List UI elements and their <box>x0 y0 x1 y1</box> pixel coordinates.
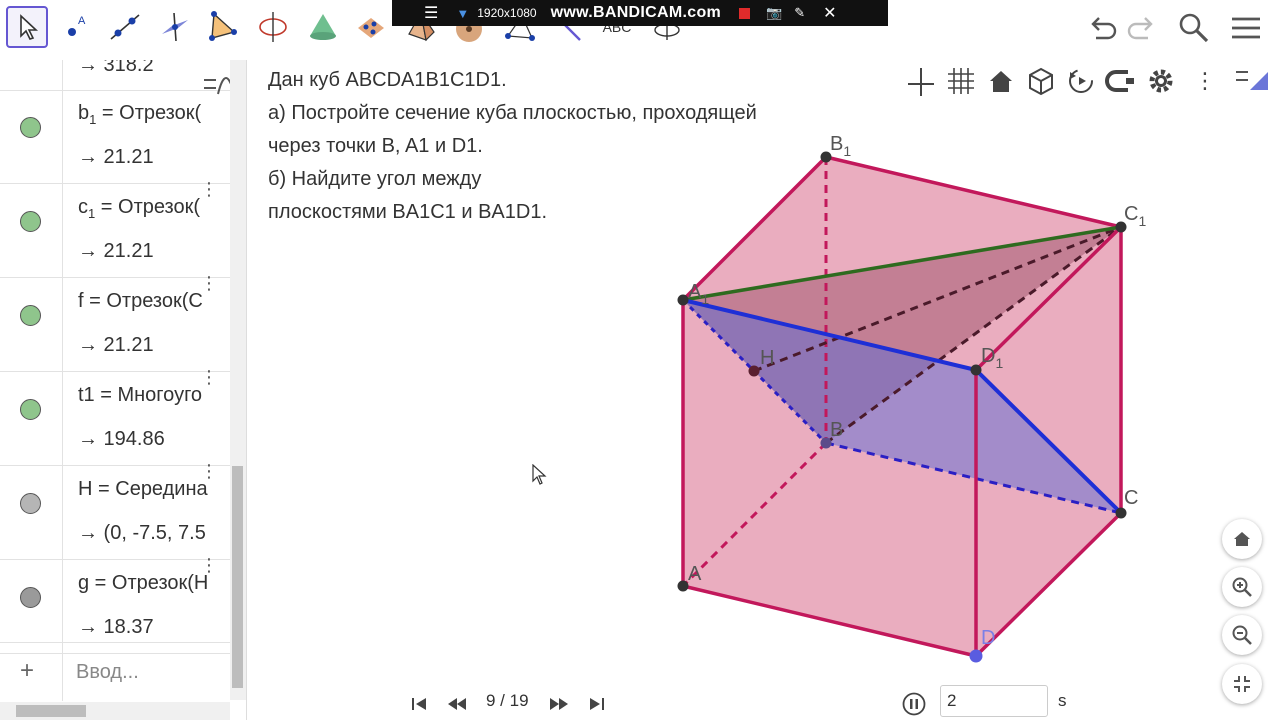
fullscreen-exit-icon <box>1234 676 1250 692</box>
grid-icon[interactable] <box>944 64 978 98</box>
point-h[interactable] <box>748 365 760 377</box>
settings-gear-icon[interactable] <box>1144 64 1178 98</box>
animation-speed-value: 2 <box>947 691 957 710</box>
cube-view-icon[interactable] <box>1024 64 1058 98</box>
problem-text: Дан куб ABCDA1B1C1D1. а) Постройте сечен… <box>268 64 757 229</box>
label-subscript: 1 <box>995 355 1003 371</box>
more-vertical-icon[interactable]: ⋮ <box>1194 68 1216 94</box>
label-subscript: 1 <box>843 143 851 159</box>
problem-line: б) Найдите угол между <box>268 168 482 190</box>
pause-icon[interactable] <box>902 692 926 716</box>
label-a: A <box>688 563 702 585</box>
zoom-in-button[interactable] <box>1222 567 1262 607</box>
next-step-icon[interactable] <box>548 696 570 712</box>
standard-view-button[interactable] <box>1222 519 1262 559</box>
problem-line: а) Постройте сечение куба плоскостью, пр… <box>268 102 757 124</box>
first-step-icon[interactable] <box>410 696 428 712</box>
label-c: C <box>1124 487 1138 509</box>
projection-icon[interactable] <box>1104 64 1138 98</box>
point-a[interactable] <box>677 580 689 592</box>
label-d: D <box>981 627 995 649</box>
point-a1[interactable] <box>677 294 689 306</box>
fullscreen-button[interactable] <box>1222 664 1262 704</box>
previous-step-icon[interactable] <box>446 696 468 712</box>
animation-speed-unit: s <box>1058 691 1067 710</box>
point-d1[interactable] <box>970 364 982 376</box>
label-subscript: 1 <box>1138 213 1146 229</box>
label-c1: C1 <box>1124 203 1146 229</box>
label-b: B <box>830 419 843 441</box>
zoom-out-button[interactable] <box>1222 615 1262 655</box>
graphics-style-bar: ⋮ <box>898 60 1280 104</box>
point-d[interactable] <box>969 649 983 663</box>
problem-line: Дан куб ABCDA1B1C1D1. <box>268 69 507 91</box>
rotate-icon[interactable] <box>1064 64 1098 98</box>
problem-line: через точки B, A1 и D1. <box>268 135 483 157</box>
animation-speed-input[interactable]: 2 <box>940 685 1048 717</box>
last-step-icon[interactable] <box>588 696 606 712</box>
problem-line: плоскостями BA1C1 и BA1D1. <box>268 201 547 223</box>
label-h: H <box>760 347 774 369</box>
construction-navigation <box>400 686 926 720</box>
zoom-in-icon <box>1232 577 1252 597</box>
home-view-icon[interactable] <box>984 64 1018 98</box>
label-subscript: 1 <box>701 291 709 307</box>
style-bar-toggle-icon[interactable] <box>1234 66 1270 96</box>
mouse-cursor-icon <box>532 464 547 485</box>
home-icon <box>1234 532 1250 546</box>
axes-icon[interactable] <box>904 64 938 98</box>
point-c[interactable] <box>1115 507 1127 519</box>
label-b1: B1 <box>830 133 851 159</box>
step-counter: 9 / 19 <box>486 691 529 710</box>
zoom-out-icon <box>1232 625 1252 645</box>
